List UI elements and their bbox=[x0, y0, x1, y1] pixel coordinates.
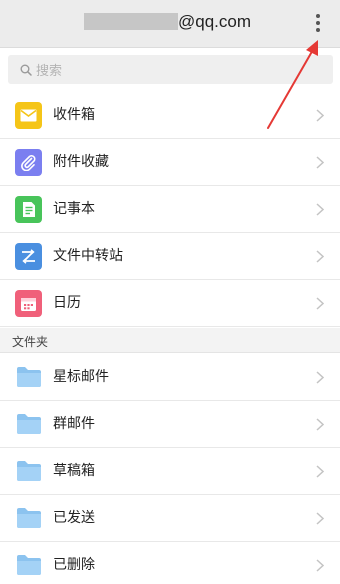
note-icon bbox=[15, 196, 42, 223]
primary-list: 收件箱 附件收藏 记事本 文件中转站 日历 bbox=[0, 92, 340, 327]
list-item-label: 已发送 bbox=[53, 510, 95, 526]
folder-icon bbox=[17, 367, 41, 387]
list-item-file-transfer[interactable]: 文件中转站 bbox=[0, 233, 340, 280]
transfer-icon bbox=[15, 243, 42, 270]
chevron-right-icon bbox=[316, 203, 324, 216]
folder-icon bbox=[17, 508, 41, 528]
search-icon bbox=[20, 64, 32, 76]
chevron-right-icon bbox=[316, 297, 324, 310]
list-item-label: 星标邮件 bbox=[53, 369, 109, 385]
list-item-label: 附件收藏 bbox=[53, 154, 109, 170]
folder-icon bbox=[17, 414, 41, 434]
paperclip-icon bbox=[15, 149, 42, 176]
section-title: 文件夹 bbox=[12, 335, 49, 349]
list-item-inbox[interactable]: 收件箱 bbox=[0, 92, 340, 139]
menu-dot bbox=[316, 14, 320, 18]
menu-dot bbox=[316, 21, 320, 25]
inbox-icon bbox=[15, 102, 42, 129]
list-item-label: 记事本 bbox=[53, 201, 95, 217]
chevron-right-icon bbox=[316, 250, 324, 263]
list-item-label: 日历 bbox=[53, 295, 81, 311]
account-email-domain: @qq.com bbox=[178, 12, 252, 31]
list-item-label: 群邮件 bbox=[53, 416, 95, 432]
folder-item-deleted[interactable]: 已删除 bbox=[0, 542, 340, 584]
folder-list: 星标邮件 群邮件 草稿箱 已发送 已删除 bbox=[0, 354, 340, 584]
folders-section-header: 文件夹 bbox=[0, 328, 340, 353]
redacted-email-username bbox=[84, 13, 178, 30]
menu-dot bbox=[316, 28, 320, 32]
chevron-right-icon bbox=[316, 109, 324, 122]
search-placeholder: 搜索 bbox=[36, 64, 63, 79]
folder-item-group-mail[interactable]: 群邮件 bbox=[0, 401, 340, 448]
calendar-icon bbox=[15, 290, 42, 317]
list-item-calendar[interactable]: 日历 bbox=[0, 280, 340, 327]
folder-item-starred[interactable]: 星标邮件 bbox=[0, 354, 340, 401]
chevron-right-icon bbox=[316, 418, 324, 431]
app-header: @qq.com bbox=[0, 0, 340, 48]
more-menu-button[interactable] bbox=[308, 10, 328, 36]
folder-icon bbox=[17, 461, 41, 481]
search-input[interactable]: 搜索 bbox=[8, 55, 333, 84]
list-item-notepad[interactable]: 记事本 bbox=[0, 186, 340, 233]
chevron-right-icon bbox=[316, 156, 324, 169]
list-item-label: 收件箱 bbox=[53, 107, 95, 123]
list-item-label: 文件中转站 bbox=[53, 248, 123, 264]
list-item-attachments[interactable]: 附件收藏 bbox=[0, 139, 340, 186]
list-item-label: 已删除 bbox=[53, 557, 95, 573]
chevron-right-icon bbox=[316, 465, 324, 478]
list-item-label: 草稿箱 bbox=[53, 463, 95, 479]
folder-item-sent[interactable]: 已发送 bbox=[0, 495, 340, 542]
folder-item-drafts[interactable]: 草稿箱 bbox=[0, 448, 340, 495]
chevron-right-icon bbox=[316, 559, 324, 572]
chevron-right-icon bbox=[316, 371, 324, 384]
chevron-right-icon bbox=[316, 512, 324, 525]
folder-icon bbox=[17, 555, 41, 575]
